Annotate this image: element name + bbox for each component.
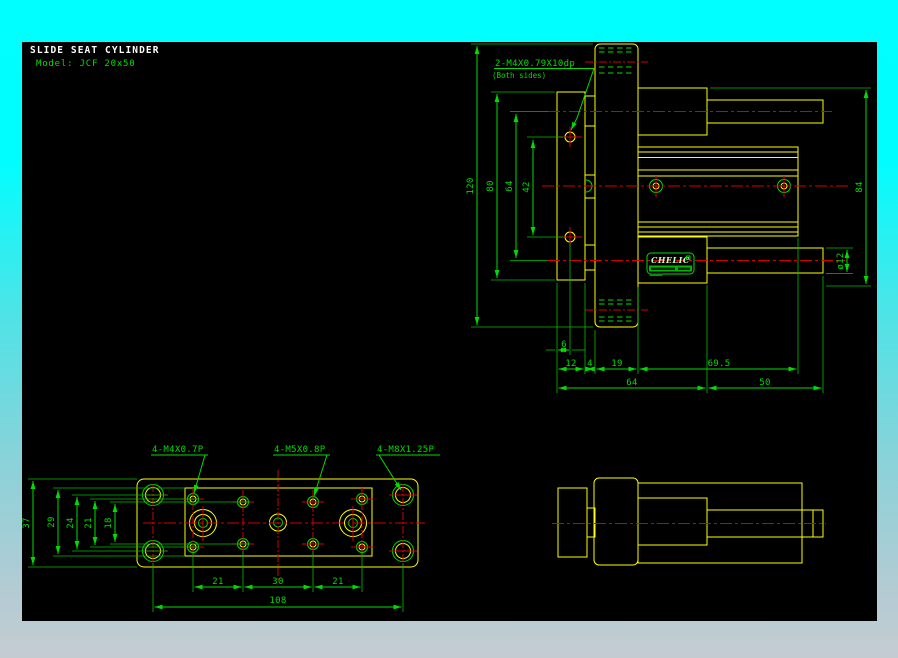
plan-view-centerlines bbox=[141, 470, 425, 580]
dim-84: 84 bbox=[855, 181, 865, 192]
drawing-canvas: SLIDE SEAT CYLINDER Model: JCF 20x50 CHE… bbox=[22, 42, 877, 621]
dim-29: 29 bbox=[47, 516, 57, 527]
side-view-geometry bbox=[557, 477, 824, 566]
m8-note-text: 4-M8X1.25P bbox=[377, 445, 434, 455]
dim-19: 19 bbox=[611, 359, 622, 369]
m5-note-leader bbox=[313, 454, 328, 497]
dim-120: 120 bbox=[466, 177, 476, 194]
thread-note-leader bbox=[570, 68, 595, 131]
m8-note-leader bbox=[378, 454, 402, 491]
dim-30: 30 bbox=[272, 577, 283, 587]
dim-dia12: ø12 bbox=[836, 252, 846, 269]
dim-21-b: 21 bbox=[332, 577, 343, 587]
dim-6: 6 bbox=[561, 340, 567, 350]
dim-37: 37 bbox=[22, 517, 32, 528]
dim-64-vertical: 64 bbox=[505, 180, 515, 191]
plan-view-extension-lines bbox=[28, 478, 404, 612]
dim-21-left: 21 bbox=[84, 517, 94, 528]
dim-21-a: 21 bbox=[212, 577, 223, 587]
dim-80: 80 bbox=[486, 180, 496, 191]
front-view-dimension-lines bbox=[474, 46, 869, 391]
dim-64-bottom: 64 bbox=[626, 378, 637, 388]
dim-108: 108 bbox=[269, 596, 286, 606]
brand-logo: CHELIC bbox=[651, 255, 690, 265]
thread-note-text: 2-M4X0.79X10dp bbox=[495, 59, 575, 69]
brand-nameplate: CHELIC bbox=[646, 252, 695, 276]
dim-50: 50 bbox=[759, 378, 770, 388]
m5-note-text: 4-M5X0.8P bbox=[274, 445, 326, 455]
plan-view-dimension-labels: 37 29 24 21 18 21 30 21 108 bbox=[22, 516, 343, 606]
thread-note-sub-text: (Both sides) bbox=[492, 71, 546, 80]
page-title: SLIDE SEAT CYLINDER bbox=[30, 45, 160, 56]
m4-note-leader bbox=[193, 454, 206, 494]
dim-42: 42 bbox=[522, 181, 532, 192]
front-view-thread-note: 2-M4X0.79X10dp (Both sides) bbox=[492, 59, 595, 131]
dim-18: 18 bbox=[104, 517, 114, 528]
dim-4: 4 bbox=[587, 359, 593, 369]
dim-69-5: 69.5 bbox=[708, 359, 731, 369]
front-view-hidden-threads bbox=[599, 47, 635, 322]
dim-12: 12 bbox=[565, 359, 576, 369]
m4-note-text: 4-M4X0.7P bbox=[152, 445, 204, 455]
front-view-extension-lines bbox=[471, 43, 871, 393]
dim-24: 24 bbox=[66, 517, 76, 528]
cad-drawing: SLIDE SEAT CYLINDER Model: JCF 20x50 CHE… bbox=[22, 43, 871, 612]
model-label: Model: JCF 20x50 bbox=[36, 59, 136, 69]
